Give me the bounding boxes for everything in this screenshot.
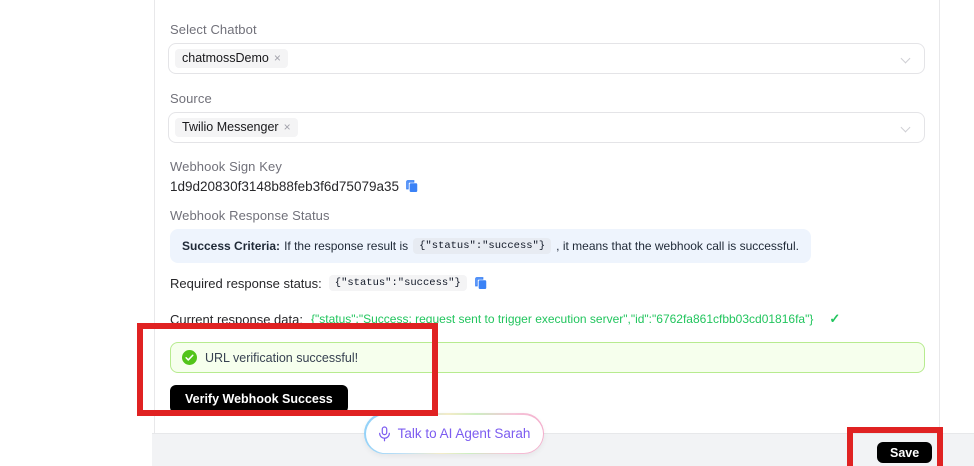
check-circle-icon <box>182 350 197 365</box>
current-response-value: {"status":"Success: request sent to trig… <box>311 312 813 326</box>
current-response-row: Current response data: {"status":"Succes… <box>170 311 840 327</box>
check-icon: ✓ <box>829 311 840 327</box>
chatbot-select[interactable]: chatmossDemo × <box>168 43 925 74</box>
required-status-row: Required response status: {"status":"suc… <box>170 275 488 291</box>
source-selected-tag: Twilio Messenger × <box>175 118 298 137</box>
verification-success-alert: URL verification successful! <box>170 342 925 373</box>
footer-bar <box>152 433 974 466</box>
verify-webhook-button[interactable]: Verify Webhook Success <box>170 385 348 413</box>
sign-key-row: 1d9d20830f3148b88feb3f6d75079a35 <box>170 179 419 194</box>
copy-icon[interactable] <box>474 276 488 291</box>
copy-icon[interactable] <box>405 179 419 194</box>
microphone-icon <box>378 426 391 442</box>
chatbot-field-label: Select Chatbot <box>170 22 257 37</box>
save-button[interactable]: Save <box>877 442 932 463</box>
chevron-down-icon[interactable] <box>902 124 910 132</box>
chevron-down-icon[interactable] <box>902 55 910 63</box>
source-tag-label: Twilio Messenger <box>182 120 279 135</box>
criteria-pre-text: If the response result is <box>284 239 408 253</box>
talk-agent-button[interactable]: Talk to AI Agent Sarah <box>366 415 543 453</box>
talk-agent-label: Talk to AI Agent Sarah <box>398 426 531 441</box>
criteria-post-text: , it means that the webhook call is succ… <box>556 239 799 253</box>
criteria-code-chip: {"status":"success"} <box>413 238 551 254</box>
sign-key-value: 1d9d20830f3148b88feb3f6d75079a35 <box>170 179 399 194</box>
talk-agent-pill-border: Talk to AI Agent Sarah <box>364 413 544 454</box>
criteria-bold-text: Success Criteria: <box>182 239 280 253</box>
current-response-label: Current response data: <box>170 312 303 327</box>
required-status-label: Required response status: <box>170 276 322 291</box>
close-icon[interactable]: × <box>274 51 281 66</box>
verification-alert-text: URL verification successful! <box>205 351 358 365</box>
panel-left-border <box>154 0 155 433</box>
panel-right-border <box>939 0 940 433</box>
chatbot-selected-tag: chatmossDemo × <box>175 49 288 68</box>
close-icon[interactable]: × <box>284 120 291 135</box>
response-status-label: Webhook Response Status <box>170 208 330 223</box>
source-field-label: Source <box>170 91 212 106</box>
required-status-code-chip: {"status":"success"} <box>329 275 467 291</box>
source-select[interactable]: Twilio Messenger × <box>168 112 925 143</box>
sign-key-label: Webhook Sign Key <box>170 159 282 174</box>
success-criteria-infobox: Success Criteria: If the response result… <box>170 229 811 263</box>
chatbot-tag-label: chatmossDemo <box>182 51 269 66</box>
